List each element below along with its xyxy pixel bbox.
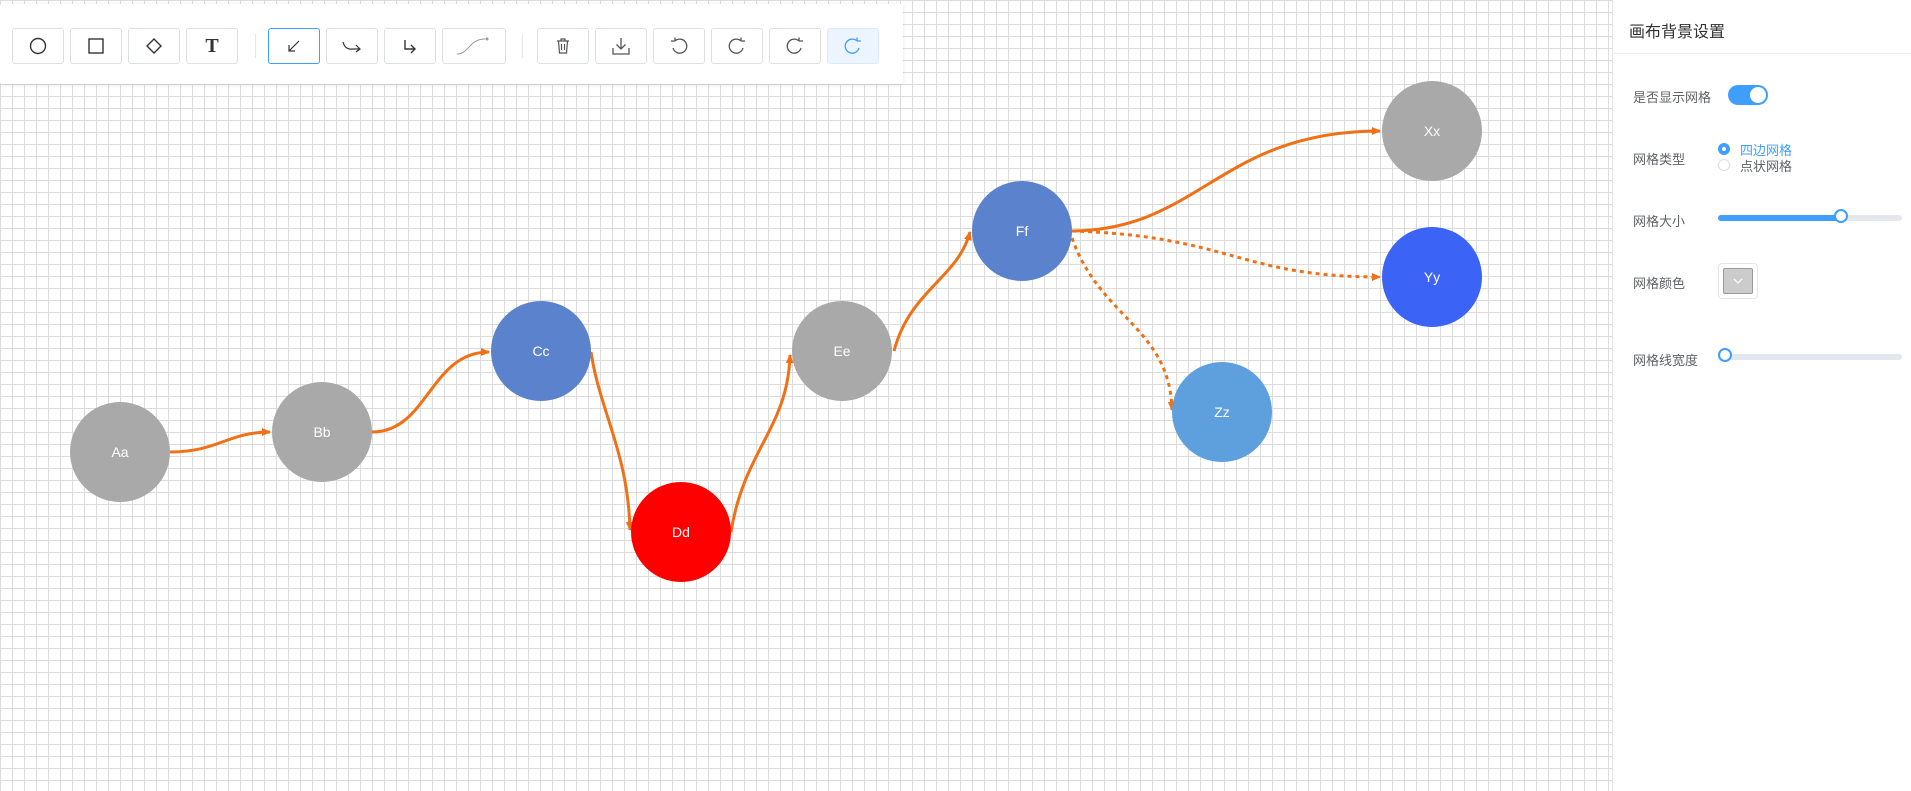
- edge-aa-bb[interactable]: [169, 428, 271, 454]
- bezier-edge-tool[interactable]: [442, 28, 506, 64]
- radio-label: 点状网格: [1740, 158, 1793, 174]
- node-label: Ff: [1016, 223, 1029, 239]
- text-icon: T: [205, 34, 219, 57]
- radio-dot: [1718, 143, 1730, 155]
- diamond-icon: [145, 37, 163, 55]
- show-grid-label: 是否显示网格: [1633, 90, 1712, 105]
- node-label: Cc: [532, 343, 549, 359]
- panel-title: 画布背景设置: [1629, 24, 1726, 41]
- curved-arrow-icon: [341, 37, 363, 55]
- toolbar-divider: [255, 34, 256, 58]
- redo-icon: [843, 36, 863, 56]
- grid-color-picker[interactable]: [1718, 263, 1758, 299]
- delete-button[interactable]: [537, 28, 589, 64]
- grid-type-radio-dot[interactable]: 点状网格: [1718, 157, 1793, 174]
- edge-dd-ee[interactable]: [729, 354, 794, 533]
- node-ee[interactable]: Ee: [792, 301, 892, 401]
- edge-cc-dd[interactable]: [589, 351, 634, 531]
- settings-panel: 画布背景设置 是否显示网格 网格类型 四边网格 点状网格 网格大小 网格颜色 网…: [1613, 0, 1911, 791]
- circle-icon: [29, 37, 47, 55]
- redo-icon: [785, 36, 805, 56]
- undo-icon: [669, 36, 689, 56]
- grid-line-width-label: 网格线宽度: [1633, 353, 1699, 368]
- polyline-edge-tool[interactable]: [326, 28, 378, 64]
- node-dd[interactable]: Dd: [631, 482, 731, 582]
- grid-size-slider[interactable]: [1718, 209, 1902, 223]
- download-icon: [611, 36, 631, 56]
- arrow-down-left-icon: [285, 37, 303, 55]
- slider-handle[interactable]: [1718, 348, 1732, 362]
- node-ff[interactable]: Ff: [972, 181, 1072, 281]
- panel-title-divider: [1613, 53, 1911, 54]
- node-zz[interactable]: Zz: [1172, 362, 1272, 462]
- node-yy[interactable]: Yy: [1382, 227, 1482, 327]
- toolbar: T: [0, 4, 903, 84]
- radio-dot: [1718, 159, 1730, 171]
- edge-ee-ff[interactable]: [892, 231, 972, 352]
- bezier-curve-icon: [455, 35, 493, 57]
- node-label: Ee: [833, 343, 850, 359]
- trash-icon: [555, 37, 571, 55]
- node-label: Aa: [111, 444, 128, 460]
- redo-icon: [727, 36, 747, 56]
- graph-canvas[interactable]: Aa Bb Cc Dd Ee Ff Xx Yy Zz T: [0, 0, 1612, 791]
- refresh-button[interactable]: [827, 28, 879, 64]
- grid-type-label: 网格类型: [1633, 152, 1686, 167]
- orthogonal-edge-tool[interactable]: [384, 28, 436, 64]
- node-label: Dd: [672, 524, 690, 540]
- edge-ff-xx[interactable]: [1071, 127, 1381, 233]
- node-bb[interactable]: Bb: [272, 382, 372, 482]
- chevron-down-icon: [1719, 264, 1757, 298]
- node-xx[interactable]: Xx: [1382, 81, 1482, 181]
- square-icon: [87, 37, 105, 55]
- download-button[interactable]: [595, 28, 647, 64]
- text-tool[interactable]: T: [186, 28, 238, 64]
- switch-knob: [1750, 87, 1766, 103]
- grid-color-label: 网格颜色: [1633, 276, 1686, 291]
- diamond-tool[interactable]: [128, 28, 180, 64]
- grid-line-width-slider[interactable]: [1718, 348, 1902, 362]
- edge-ff-yy[interactable]: [1071, 229, 1381, 281]
- edge-bb-cc[interactable]: [371, 348, 490, 434]
- rectangle-tool[interactable]: [70, 28, 122, 64]
- corner-arrow-icon: [401, 37, 419, 55]
- straight-edge-tool[interactable]: [268, 28, 320, 64]
- node-label: Zz: [1214, 404, 1230, 420]
- slider-handle[interactable]: [1834, 209, 1848, 223]
- node-aa[interactable]: Aa: [70, 402, 170, 502]
- show-grid-switch[interactable]: [1728, 85, 1768, 105]
- node-label: Xx: [1424, 123, 1440, 139]
- circle-tool[interactable]: [12, 28, 64, 64]
- toolbar-divider: [522, 34, 523, 58]
- graph-svg[interactable]: Aa Bb Cc Dd Ee Ff Xx Yy Zz: [0, 0, 1612, 791]
- nodes-layer: Aa Bb Cc Dd Ee Ff Xx Yy Zz: [70, 81, 1482, 582]
- edge-ff-zz[interactable]: [1070, 237, 1176, 411]
- undo-button[interactable]: [653, 28, 705, 64]
- node-label: Yy: [1424, 269, 1440, 285]
- redo-alt-button[interactable]: [769, 28, 821, 64]
- redo-button[interactable]: [711, 28, 763, 64]
- slider-fill: [1718, 215, 1841, 221]
- grid-size-label: 网格大小: [1633, 214, 1686, 229]
- node-label: Bb: [313, 424, 330, 440]
- node-cc[interactable]: Cc: [491, 301, 591, 401]
